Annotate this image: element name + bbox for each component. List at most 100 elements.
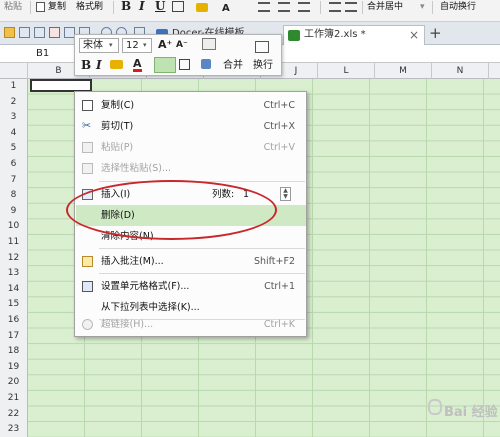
mini-italic-button[interactable]: I — [96, 58, 102, 72]
wrap-text-button[interactable]: 自动换行 — [440, 0, 476, 14]
row-18-header[interactable]: 18 — [0, 344, 27, 360]
row-13-header[interactable]: 13 — [0, 266, 27, 282]
row-11-header[interactable]: 11 — [0, 235, 27, 251]
menu-item-hyperlink[interactable]: 超链接(H)... Ctrl+K — [76, 314, 306, 336]
hyperlink-icon — [82, 319, 93, 330]
menu-item-label: 插入批注(M)... — [101, 256, 164, 267]
new-tab-icon[interactable]: + — [429, 24, 442, 42]
border-icon[interactable] — [172, 1, 184, 12]
menu-item-label: 复制(C) — [101, 100, 135, 111]
font-size-dropdown-icon[interactable]: ▾ — [143, 38, 147, 52]
watermark-text: Bai 经验 — [444, 405, 498, 420]
align-top-icon[interactable] — [329, 2, 341, 12]
underline-button[interactable]: U — [155, 0, 165, 13]
align-left-icon[interactable] — [258, 2, 270, 12]
row-10-header[interactable]: 10 — [0, 219, 27, 235]
menu-item-shortcut: Shift+F2 — [253, 256, 295, 267]
open-icon[interactable] — [4, 27, 15, 38]
decrease-font-icon[interactable]: A⁻ — [176, 38, 188, 52]
font-size-select[interactable]: 12 — [122, 38, 152, 53]
fill-color-icon[interactable] — [196, 3, 208, 12]
bold-button[interactable]: B — [121, 0, 131, 13]
row-15-header[interactable]: 15 — [0, 297, 27, 313]
merge-center-button[interactable]: 合并居中 — [367, 0, 403, 14]
menu-item-paste-special[interactable]: 选择性粘贴(S)... — [76, 158, 306, 179]
column-l-header[interactable]: L — [318, 63, 375, 79]
row-23-header[interactable]: 23 — [0, 422, 27, 437]
menu-item-shortcut: Ctrl+1 — [264, 281, 295, 292]
format-painter-icon[interactable] — [202, 38, 216, 50]
tab-workbook-label: 工作簿2.xls * — [304, 29, 366, 40]
menu-item-format-cells[interactable]: 设置单元格格式(F)... Ctrl+1 — [76, 276, 306, 297]
italic-button[interactable]: I — [139, 0, 145, 13]
font-color-icon[interactable]: A — [222, 2, 230, 16]
row-19-header[interactable]: 19 — [0, 360, 27, 376]
menu-item-shortcut: Ctrl+K — [263, 319, 295, 330]
align-center-icon[interactable] — [278, 2, 290, 12]
mini-bold-button[interactable]: B — [81, 58, 91, 72]
row-12-header[interactable]: 12 — [0, 251, 27, 267]
menu-item-paste[interactable]: 粘贴(P) Ctrl+V — [76, 137, 306, 158]
paste-icon — [82, 142, 93, 153]
menu-item-label: 设置单元格格式(F)... — [101, 281, 190, 292]
align-middle-icon[interactable] — [345, 2, 357, 12]
row-4-header[interactable]: 4 — [0, 126, 27, 142]
font-name-select[interactable]: 宋体 — [79, 38, 119, 53]
mini-clear-icon[interactable] — [201, 59, 211, 69]
format-painter-button[interactable]: 格式刷 — [76, 0, 103, 14]
align-right-icon[interactable] — [298, 2, 310, 12]
menu-item-shortcut: Ctrl+X — [263, 121, 295, 132]
copy-icon — [36, 2, 45, 12]
row-21-header[interactable]: 21 — [0, 391, 27, 407]
row-5-header[interactable]: 5 — [0, 141, 27, 157]
mini-align-center-icon[interactable] — [154, 57, 176, 73]
close-tab-icon[interactable]: × — [409, 26, 419, 44]
row-6-header[interactable]: 6 — [0, 157, 27, 173]
increase-font-icon[interactable]: A⁺ — [158, 38, 172, 52]
row-14-header[interactable]: 14 — [0, 282, 27, 298]
mini-fill-color-icon[interactable] — [110, 60, 123, 69]
row-3-header[interactable]: 3 — [0, 110, 27, 126]
menu-separator — [99, 248, 305, 249]
name-box[interactable]: B1 — [4, 47, 64, 61]
column-count-spinner[interactable]: ▲ ▼ — [280, 187, 291, 201]
column-m-header[interactable]: M — [375, 63, 432, 79]
row-7-header[interactable]: 7 — [0, 173, 27, 189]
highlight-ellipse — [66, 180, 277, 240]
tab-workbook[interactable]: 工作簿2.xls * × — [283, 25, 425, 45]
menu-item-insert-comment[interactable]: 插入批注(M)... Shift+F2 — [76, 251, 306, 272]
print-icon[interactable] — [34, 27, 45, 38]
mini-border-icon[interactable] — [179, 59, 190, 70]
paste-button[interactable]: 粘贴 — [4, 0, 22, 14]
paste-special-icon — [82, 163, 93, 174]
row-8-header[interactable]: 8 — [0, 188, 27, 204]
select-all-corner[interactable] — [0, 63, 28, 79]
font-name-dropdown-icon[interactable]: ▾ — [109, 38, 113, 52]
save-icon[interactable] — [19, 27, 30, 38]
row-16-header[interactable]: 16 — [0, 313, 27, 329]
copy-icon — [82, 100, 93, 111]
menu-item-copy[interactable]: 复制(C) Ctrl+C — [76, 95, 306, 116]
mini-toolbar: 宋体 ▾ 12 ▾ A⁺ A⁻ B I A 合并 换行 — [74, 34, 282, 76]
menu-item-label: 选择性粘贴(S)... — [101, 163, 172, 174]
watermark: Bai 经验 — [400, 395, 498, 421]
copy-button[interactable]: 复制 — [48, 0, 66, 14]
row-20-header[interactable]: 20 — [0, 375, 27, 391]
menu-item-cut[interactable]: ✂ 剪切(T) Ctrl+X — [76, 116, 306, 137]
row-1-header[interactable]: 1 — [0, 79, 27, 95]
row-17-header[interactable]: 17 — [0, 329, 27, 345]
paw-logo-icon — [428, 399, 442, 415]
row-9-header[interactable]: 9 — [0, 204, 27, 220]
toolbar: 粘贴 复制 格式刷 B I U A 合并居中 ▾ 自动换行 — [0, 0, 500, 22]
comment-icon — [82, 256, 93, 267]
mini-wrap-icon — [255, 41, 269, 53]
menu-item-shortcut: Ctrl+C — [263, 100, 296, 111]
row-22-header[interactable]: 22 — [0, 407, 27, 423]
row-2-header[interactable]: 2 — [0, 95, 27, 111]
mini-font-color-icon[interactable]: A — [133, 58, 142, 72]
mini-wrap-button[interactable]: 换行 — [253, 59, 273, 73]
row-header: 1 2 3 4 5 6 7 8 9 10 11 12 13 14 15 16 1… — [0, 79, 28, 437]
column-n-header[interactable]: N — [432, 63, 489, 79]
export-pdf-icon[interactable] — [49, 27, 60, 38]
mini-merge-button[interactable]: 合并 — [223, 59, 243, 73]
